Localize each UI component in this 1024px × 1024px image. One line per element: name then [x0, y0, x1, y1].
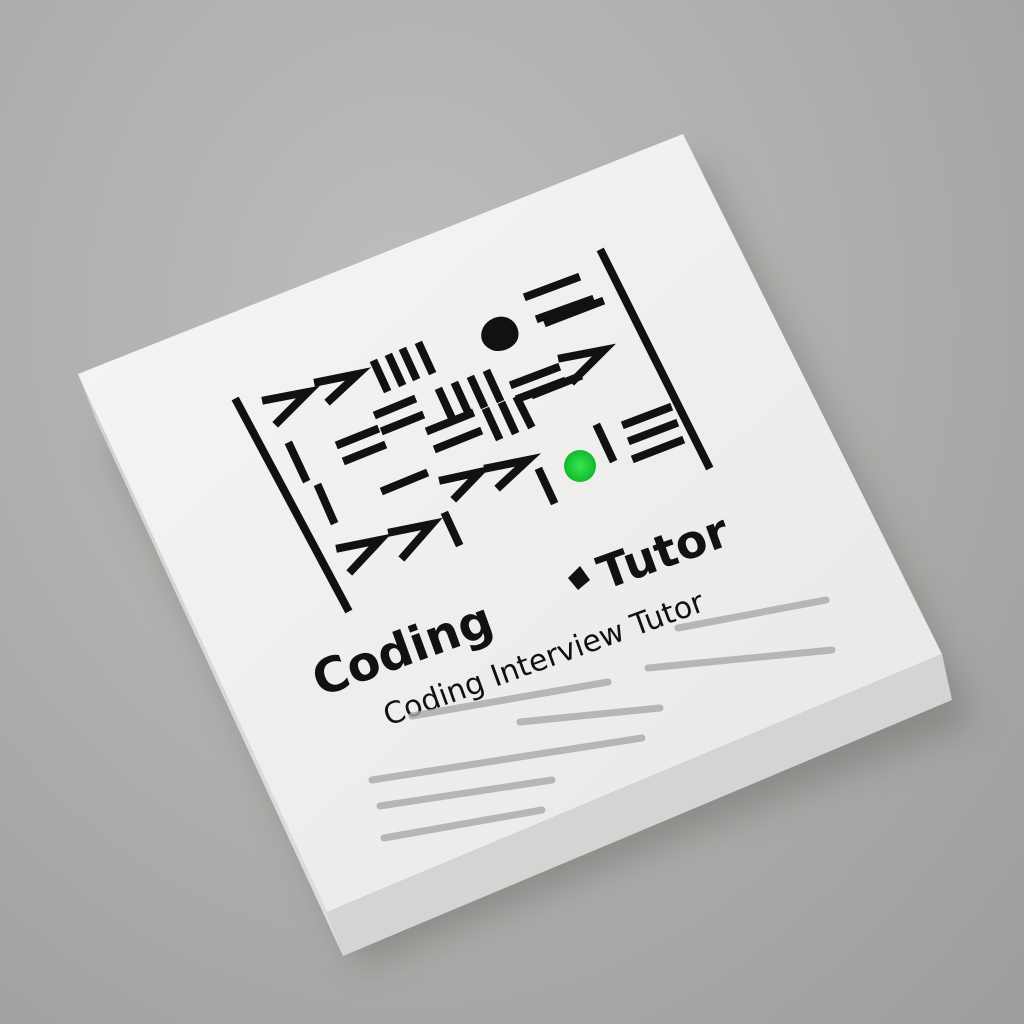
product-photo: Coding Tutor Coding Interview Tutor	[78, 134, 975, 965]
green-dot-icon	[564, 450, 596, 482]
card-top-face	[78, 134, 942, 912]
